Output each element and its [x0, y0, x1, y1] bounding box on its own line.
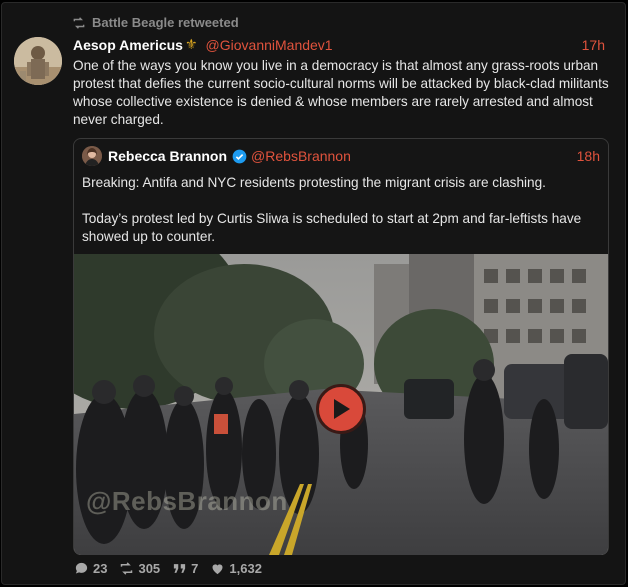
- quote-author-handle[interactable]: @RebsBrannon: [251, 148, 351, 164]
- quote-paragraph: Today’s protest led by Curtis Sliwa is s…: [82, 211, 582, 244]
- speech-bubble-icon: [75, 562, 88, 574]
- tweet-text: One of the ways you know you live in a d…: [73, 58, 609, 127]
- like-count: 1,632: [229, 561, 262, 576]
- play-button[interactable]: [316, 384, 366, 434]
- quote-count: 7: [191, 561, 199, 576]
- fleur-de-lis-icon: ⚜: [184, 36, 198, 52]
- quote-header: Rebecca Brannon @RebsBrannon 18h: [82, 146, 600, 166]
- verified-badge-icon: [232, 149, 247, 163]
- retweet-icon: [121, 562, 133, 575]
- quote-paragraph: Breaking: Antifa and NYC residents prote…: [82, 175, 546, 190]
- author-handle[interactable]: @GiovanniMandev1: [206, 37, 333, 53]
- reply-button[interactable]: 23: [74, 561, 107, 576]
- author-name[interactable]: Aesop Americus: [73, 37, 183, 53]
- video-player[interactable]: @RebsBrannon: [74, 254, 608, 555]
- quote-button[interactable]: 7: [172, 561, 198, 576]
- action-bar: 23 305 7 1,632: [74, 561, 262, 576]
- play-icon: [334, 399, 350, 419]
- quoted-tweet[interactable]: Rebecca Brannon @RebsBrannon 18h Breakin…: [73, 138, 609, 555]
- retweet-count: 305: [138, 561, 161, 576]
- retweet-icon: [73, 16, 85, 29]
- quote-avatar[interactable]: [82, 146, 102, 166]
- retweet-button[interactable]: 305: [119, 561, 160, 576]
- tweet-card: Battle Beagle retweeted Aesop Americus ⚜…: [1, 2, 626, 585]
- tweet-header: Aesop Americus ⚜ @GiovanniMandev1 17h: [73, 36, 605, 53]
- quote-icon: [174, 564, 186, 573]
- tweet-time[interactable]: 17h: [582, 37, 605, 53]
- like-button[interactable]: 1,632: [210, 561, 262, 576]
- retweet-indicator[interactable]: Battle Beagle retweeted: [72, 15, 239, 30]
- quote-text: Breaking: Antifa and NYC residents prote…: [82, 174, 602, 246]
- retweet-label: Battle Beagle retweeted: [92, 15, 239, 30]
- heart-icon: [212, 564, 223, 575]
- quote-time[interactable]: 18h: [577, 148, 600, 164]
- quote-author-name[interactable]: Rebecca Brannon: [108, 148, 227, 164]
- avatar[interactable]: [14, 37, 62, 85]
- video-watermark: @RebsBrannon: [86, 486, 288, 516]
- reply-count: 23: [93, 561, 108, 576]
